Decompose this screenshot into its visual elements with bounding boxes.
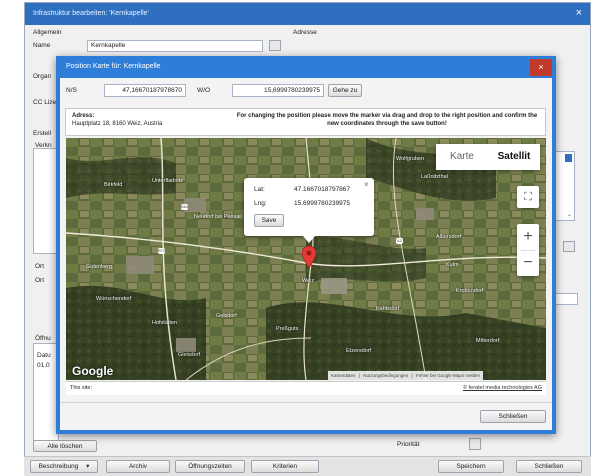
road-shield: A2 [396,238,403,244]
map-attribution: Kartendaten | Nutzungsbedingungen | Fehl… [328,371,484,380]
prioritaet-picker-icon[interactable] [469,438,481,450]
name-label: Name [33,42,51,49]
location-marker-icon[interactable] [302,246,316,268]
dialog-close-button[interactable]: Schließen [480,410,546,423]
place-label: Neudorf bei Passail [194,214,242,220]
scroll-down-icon[interactable]: ⌄ [567,211,572,218]
popup-save-button[interactable]: Save [254,214,284,227]
place-label: Birkfeld [104,182,123,188]
name-field[interactable]: Kernkapelle [87,40,263,52]
this-site-label: This site: [70,385,93,391]
beschreibung-dropdown[interactable]: Beschreibung ▾ [30,460,98,473]
instruction-text: For changing the position please move th… [236,113,538,127]
tab-adresse[interactable]: Adresse [293,29,317,36]
oeffnungszeiten-button[interactable]: Öffnungszeiten [175,460,245,473]
scroll-up-icon[interactable] [565,154,572,162]
map-footer: This site: © feratel media technologies … [66,381,546,395]
place-label: Gutenberg [86,264,112,270]
address-value: Hauptplatz 18, 8160 Weiz, Austria [72,121,163,127]
kriterien-button[interactable]: Kriterien [251,460,319,473]
place-label: Kulm [446,262,459,268]
ns-input[interactable]: 47,16670187978670 [104,84,186,97]
place-label: Etzersdorf [346,348,372,354]
place-label: Krottendorf [456,288,484,294]
zoom-out-button[interactable]: − [517,250,539,276]
zoom-control: + − [517,224,539,276]
google-logo: Google [72,364,114,378]
erstellt-label: Erstell [33,130,52,137]
footer-divider [60,402,552,403]
place-label: Albersdorf [436,234,462,240]
speichern-button[interactable]: Speichern [438,460,504,473]
address-bar: Adress: Hauptplatz 18, 8160 Weiz, Austri… [65,108,546,136]
ort-label-1: Ort [35,263,45,270]
popup-pointer [303,236,315,243]
place-label: Preßguts [276,326,299,332]
copyright-link[interactable]: © feratel media technologies AG [463,385,542,391]
place-label: Weiz [302,278,315,284]
satellite-map[interactable]: Birkfeld Unterfladnitz Neudorf bei Passa… [66,138,546,380]
ort-label-2: Ort [35,277,45,284]
organisation-label: Organ [33,73,52,80]
background-close-icon[interactable]: × [576,7,582,19]
attribution-fehler-melden[interactable]: Fehler bei Google Maps melden [416,373,480,378]
place-label: Laßnitzthal [421,174,448,180]
tab-allgemein[interactable]: Allgemein [33,29,62,36]
karte-button[interactable]: Karte [436,144,488,170]
archiv-button[interactable]: Archiv [106,460,170,473]
name-lookup-button[interactable] [269,40,281,51]
place-label: Kahlsdorf [376,306,400,312]
popup-lat-value: 47.1667018797867 [294,186,351,193]
place-label: Wolfgruben [396,156,425,162]
place-label: Unterfladnitz [152,178,183,184]
bottom-toolbar: Beschreibung ▾ Archiv Öffnungszeiten Kri… [24,456,591,476]
right-list-panel[interactable]: ⌄ [555,151,575,221]
attribution-nutzungsbedingungen[interactable]: Nutzungsbedingungen [363,373,408,378]
place-label: Gleisdorf [178,352,201,358]
schliessen-button[interactable]: Schließen [516,460,582,473]
dialog-body: N/S 47,16670187978670 W/O 15,69997802399… [60,78,552,430]
goto-button[interactable]: Gehe zu [328,84,362,97]
place-label: Gelsdorf [216,313,237,319]
zoom-in-button[interactable]: + [517,224,539,250]
beschreibung-label: Beschreibung [38,463,79,470]
satellit-button[interactable]: Satellit [488,144,540,170]
place-label: Wünschendorf [96,296,132,302]
popup-lng-value: 15.6999780239975 [294,200,351,207]
attribution-kartendaten[interactable]: Kartendaten [331,373,356,378]
place-label: Mitterdorf [476,338,500,344]
dropdown-arrow-icon: ▾ [86,463,90,470]
wo-label: W/O [197,87,210,94]
address-label: Adress: [72,113,95,119]
dialog-close-icon[interactable]: × [530,59,552,76]
position-map-dialog: Position Karte für: Kernkapelle × N/S 47… [56,56,556,434]
place-label: Hofstätten [152,320,178,326]
road-shield: B72 [158,248,166,254]
right-lookup-button[interactable] [563,241,575,252]
coordinates-popup: × Lat: 47.1667018797867 Lng: 15.69997802… [244,178,374,236]
datum-value: 01.0 [37,362,50,369]
alle-loeschen-button[interactable]: Alle löschen [33,440,97,452]
datum-label: Datu [37,352,51,359]
road-shield: B64 [181,204,189,210]
prioritaet-label: Priorität [397,441,420,448]
dialog-title: Position Karte für: Kernkapelle [66,63,161,70]
ns-label: N/S [66,87,77,94]
popup-close-icon[interactable]: × [364,180,369,189]
background-window-title: Infrastruktur bearbeiten: 'Kernkapelle' [25,3,590,25]
oeffnung-label: Öffnu [35,335,51,342]
wo-input[interactable]: 15,6999780239975 [232,84,324,97]
map-type-toggle: Karte Satellit [436,144,540,170]
popup-lat-label: Lat: [254,186,265,193]
fullscreen-icon[interactable]: ⛶ [517,186,539,208]
popup-lng-label: Lng: [254,200,267,207]
